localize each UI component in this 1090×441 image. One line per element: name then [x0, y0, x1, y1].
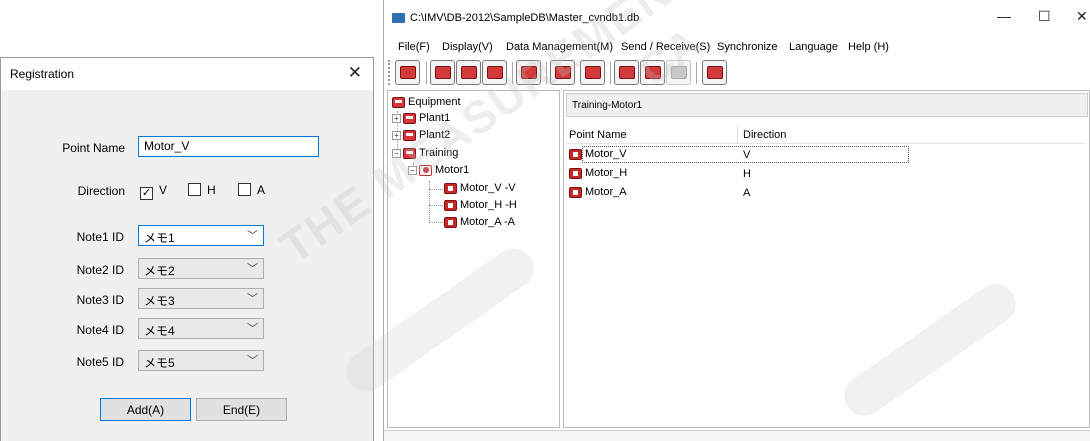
menu-data-management[interactable]: Data Management(M) — [506, 41, 613, 53]
column-direction[interactable]: Direction — [743, 129, 786, 141]
app-icon — [392, 13, 405, 23]
chevron-down-icon: ﹀ — [247, 230, 258, 242]
point-list-panel: Training-Motor1 Point Name Direction Mot… — [563, 90, 1090, 428]
tab-training-motor1[interactable]: Training-Motor1 — [566, 93, 1088, 117]
dialog-titlebar: Registration ✕ — [1, 58, 373, 90]
open-db-icon[interactable] — [395, 60, 420, 85]
menu-display[interactable]: Display(V) — [442, 41, 493, 53]
tree-item-motor1[interactable]: − Motor1 — [408, 164, 469, 176]
sync-icon[interactable] — [702, 60, 727, 85]
point-name-label: Point Name — [62, 141, 125, 155]
motor-icon — [419, 164, 432, 176]
direction-a-checkbox[interactable]: A — [238, 183, 265, 197]
direction-v-checkbox[interactable]: ✓ V — [140, 183, 167, 200]
main-window: C:\IMV\DB-2012\SampleDB\Master_cvndb1.db… — [383, 0, 1090, 441]
point-icon[interactable] — [482, 60, 507, 85]
plant-icon — [403, 129, 416, 141]
close-icon[interactable]: ✕ — [348, 63, 362, 83]
equipment-tree: Equipment + Plant1 + Plant2 − Training − Mot… — [387, 90, 560, 428]
tree-item-motor-a[interactable]: Motor_A -A — [444, 216, 515, 228]
check-icon: ✓ — [140, 187, 153, 200]
chevron-down-icon: ﹀ — [247, 263, 258, 275]
menu-help[interactable]: Help (H) — [848, 41, 889, 53]
note5-label: Note5 ID — [76, 355, 124, 369]
list-icon[interactable] — [580, 60, 605, 85]
point-name-input[interactable]: Motor_V — [138, 136, 319, 157]
chevron-down-icon: ﹀ — [247, 355, 258, 367]
dialog-title: Registration — [10, 67, 75, 81]
note5-select[interactable]: メモ5 ﹀ — [138, 350, 264, 371]
receive-icon[interactable] — [640, 60, 665, 85]
equipment-icon[interactable] — [430, 60, 455, 85]
point-icon — [569, 186, 582, 198]
window-titlebar: C:\IMV\DB-2012\SampleDB\Master_cvndb1.db… — [384, 0, 1090, 33]
column-point-name[interactable]: Point Name — [569, 129, 626, 141]
menu-language[interactable]: Language — [789, 41, 838, 53]
list-row[interactable]: Motor_H H — [566, 164, 1086, 183]
list-row[interactable]: Motor_V V — [566, 145, 1086, 164]
maximize-icon[interactable]: ☐ — [1038, 8, 1051, 25]
point-icon — [444, 199, 457, 211]
note5-value: メモ5 — [144, 356, 175, 370]
direction-v-label: V — [159, 183, 168, 197]
note1-value: メモ1 — [144, 231, 175, 245]
tree-item-motor-v[interactable]: Motor_V -V — [444, 182, 516, 194]
direction-a-label: A — [257, 183, 266, 197]
direction-h-checkbox[interactable]: H — [188, 183, 216, 197]
tree-item-training[interactable]: − Training — [392, 147, 458, 159]
window-title: C:\IMV\DB-2012\SampleDB\Master_cvndb1.db — [410, 12, 640, 24]
note1-select[interactable]: メモ1 ﹀ — [138, 225, 264, 246]
note2-select[interactable]: メモ2 ﹀ — [138, 258, 264, 279]
toolbar-grip[interactable] — [388, 60, 391, 85]
point-icon — [569, 148, 582, 160]
note1-label: Note1 ID — [76, 230, 124, 244]
list-row[interactable]: Motor_A A — [566, 183, 1086, 202]
note-icon[interactable] — [550, 60, 575, 85]
toolbar — [384, 57, 1090, 88]
tree-item-equipment[interactable]: Equipment — [392, 96, 461, 108]
expand-icon[interactable]: + — [392, 113, 401, 123]
chevron-down-icon: ﹀ — [247, 323, 258, 335]
collapse-icon[interactable]: − — [408, 165, 417, 175]
equipment-icon — [392, 96, 405, 108]
plant-icon — [403, 112, 416, 124]
list-header: Point Name Direction — [566, 126, 1086, 144]
note4-label: Note4 ID — [76, 323, 124, 337]
send-icon[interactable] — [614, 60, 639, 85]
tree-item-plant1[interactable]: + Plant1 — [392, 112, 450, 124]
note4-select[interactable]: メモ4 ﹀ — [138, 318, 264, 339]
search-icon[interactable] — [516, 60, 541, 85]
transfer-icon[interactable] — [666, 60, 691, 85]
note4-value: メモ4 — [144, 324, 175, 338]
add-button[interactable]: Add(A) — [100, 398, 191, 421]
note2-value: メモ2 — [144, 264, 175, 278]
tree-item-plant2[interactable]: + Plant2 — [392, 129, 450, 141]
collapse-icon[interactable]: − — [392, 148, 401, 158]
registration-dialog: Registration ✕ Point Name Motor_V Direct… — [0, 57, 374, 441]
menu-send-receive[interactable]: Send / Receive(S) — [621, 41, 710, 53]
point-icon — [444, 182, 457, 194]
note3-select[interactable]: メモ3 ﹀ — [138, 288, 264, 309]
tree-item-motor-h[interactable]: Motor_H -H — [444, 199, 517, 211]
status-bar — [384, 430, 1090, 441]
plant-icon — [403, 147, 416, 159]
minimize-icon[interactable]: — — [997, 8, 1011, 24]
note2-label: Note2 ID — [76, 263, 124, 277]
direction-h-label: H — [207, 183, 216, 197]
expand-icon[interactable]: + — [392, 130, 401, 140]
menu-file[interactable]: File(F) — [398, 41, 430, 53]
end-button[interactable]: End(E) — [196, 398, 287, 421]
direction-label: Direction — [77, 184, 125, 198]
menu-bar: File(F) Display(V) Data Management(M) Se… — [384, 38, 1090, 56]
point-icon — [569, 167, 582, 179]
note3-value: メモ3 — [144, 294, 175, 308]
menu-synchronize[interactable]: Synchronize — [717, 41, 778, 53]
note3-label: Note3 ID — [76, 293, 124, 307]
close-icon[interactable]: ✕ — [1076, 8, 1088, 25]
settings-icon[interactable] — [456, 60, 481, 85]
point-icon — [444, 216, 457, 228]
chevron-down-icon: ﹀ — [247, 293, 258, 305]
